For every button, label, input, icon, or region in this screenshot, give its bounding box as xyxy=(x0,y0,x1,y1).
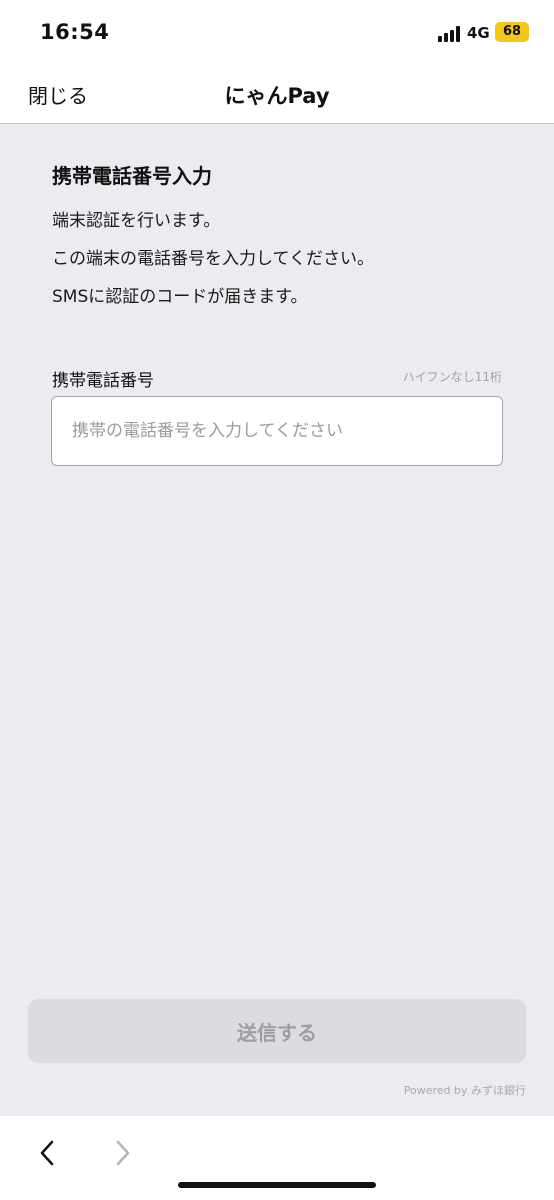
back-arrow-icon[interactable] xyxy=(36,1138,60,1168)
status-bar: 16:54 4G 68 xyxy=(0,0,554,66)
description-line: SMSに認証のコードが届きます。 xyxy=(52,287,308,307)
screen: 16:54 4G 68 閉じる にゃんPay 携帯電話番号入力 端末認証を行いま… xyxy=(0,0,554,1200)
network-label: 4G xyxy=(467,24,490,42)
description-line: 端末認証を行います。 xyxy=(52,211,221,231)
submit-button[interactable]: 送信する xyxy=(28,999,526,1063)
home-indicator xyxy=(178,1182,376,1188)
main-content: 携帯電話番号入力 端末認証を行います。 この端末の電話番号を入力してください。 … xyxy=(0,124,554,1116)
section-title: 携帯電話番号入力 xyxy=(52,164,212,188)
browser-toolbar xyxy=(0,1116,554,1200)
signal-icon xyxy=(438,26,460,42)
nav-bar: 閉じる にゃんPay xyxy=(0,66,554,124)
page-title: にゃんPay xyxy=(224,84,330,108)
phone-field-hint: ハイフンなし11桁 xyxy=(402,370,502,384)
description-line: この端末の電話番号を入力してください。 xyxy=(52,249,374,269)
phone-field-label: 携帯電話番号 xyxy=(52,371,154,391)
status-time: 16:54 xyxy=(40,20,110,44)
forward-arrow-icon[interactable] xyxy=(110,1138,134,1168)
powered-by-label: Powered by みずほ銀行 xyxy=(403,1084,526,1097)
battery-icon: 68 xyxy=(495,22,529,42)
battery-level: 68 xyxy=(502,24,522,39)
phone-number-input[interactable] xyxy=(51,396,503,466)
